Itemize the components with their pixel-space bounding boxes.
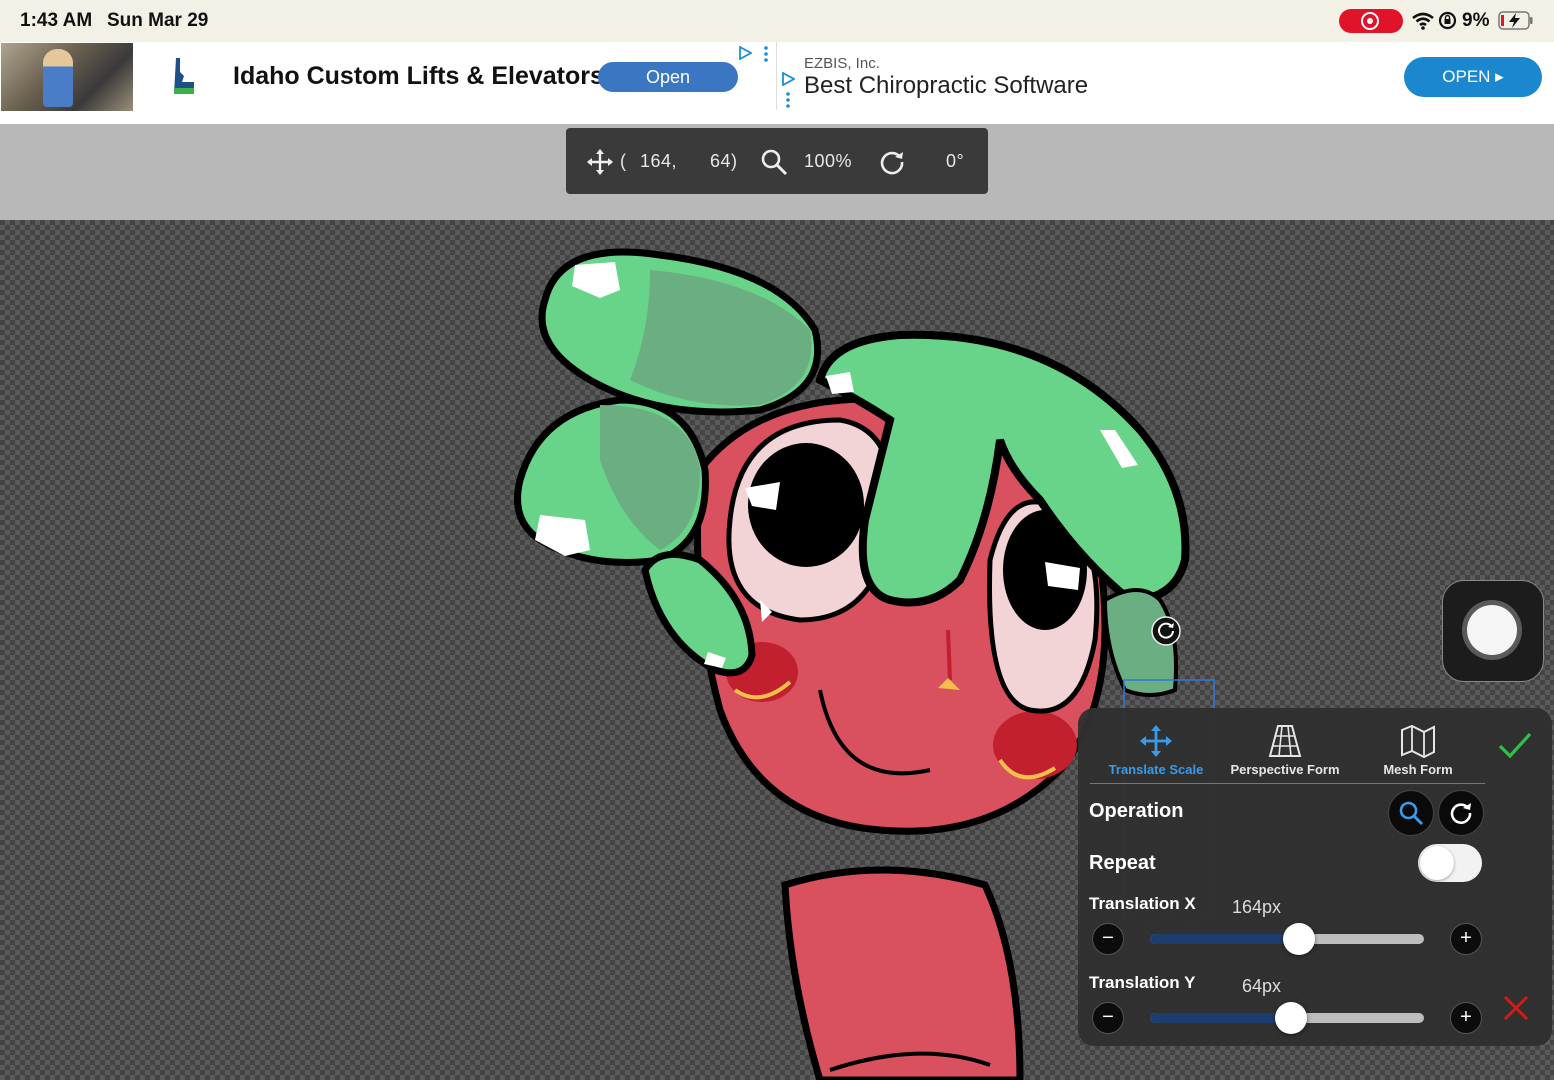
tab-translate-scale[interactable]: Translate Scale: [1104, 724, 1208, 777]
wifi-icon: [1412, 12, 1434, 30]
operation-zoom-button[interactable]: [1388, 790, 1434, 836]
translation-y-slider-fill: [1150, 1013, 1292, 1023]
repeat-label: Repeat: [1089, 852, 1156, 874]
ad1-title[interactable]: Idaho Custom Lifts & Elevators: [233, 62, 604, 91]
rotation-angle: 0°: [946, 151, 965, 171]
transform-info-toolbar: ( 164, 64) 100% 0°: [566, 128, 988, 194]
record-dot: [1367, 18, 1373, 24]
translation-x-slider[interactable]: [1150, 923, 1424, 955]
position-x: 164,: [640, 151, 678, 171]
rotate-handle-icon[interactable]: [1151, 616, 1181, 646]
operation-rotate-button[interactable]: [1438, 790, 1484, 836]
operation-label: Operation: [1089, 800, 1184, 822]
battery-percent: 9%: [1462, 10, 1490, 31]
translation-x-value: 164px: [1232, 897, 1282, 917]
screen-record-indicator[interactable]: [1339, 9, 1403, 33]
ad1-open-button[interactable]: Open: [598, 62, 738, 92]
rotate-icon: [1450, 803, 1472, 824]
tab-mesh-form[interactable]: Mesh Form: [1372, 724, 1464, 777]
ad-more-icon-2[interactable]: [786, 92, 790, 108]
translation-y-slider[interactable]: [1150, 1002, 1424, 1034]
move-icon: [587, 149, 613, 175]
translation-x-slider-fill: [1150, 934, 1300, 944]
translation-x-increment-button[interactable]: +: [1450, 923, 1482, 955]
zoom-icon: [761, 149, 788, 176]
tab-perspective-form[interactable]: Perspective Form: [1228, 724, 1342, 777]
status-date: Sun Mar 29: [107, 10, 209, 31]
rotation-lock-icon: [1438, 11, 1457, 30]
idaho-logo-icon: [174, 58, 194, 94]
tab-label: Perspective Form: [1230, 762, 1340, 777]
ad-photo[interactable]: [1, 43, 133, 111]
translation-y-label: Translation Y: [1089, 973, 1196, 992]
move-arrows-icon: [1140, 725, 1172, 757]
ad2-open-button[interactable]: OPEN ▸: [1404, 57, 1542, 97]
ad-more-icon[interactable]: [764, 46, 768, 62]
tab-label: Mesh Form: [1383, 762, 1453, 777]
adchoices-icon-2[interactable]: [781, 72, 795, 86]
battery-charging-icon: [1498, 11, 1533, 30]
ad2-sponsor[interactable]: EZBIS, Inc.: [804, 55, 880, 72]
ad-banner[interactable]: Idaho Custom Lifts & Elevators Open EZBI…: [0, 42, 1554, 126]
assistive-touch-button[interactable]: [1442, 580, 1544, 682]
mesh-map-icon: [1401, 724, 1435, 758]
cancel-x-icon[interactable]: [1502, 994, 1530, 1022]
translation-y-decrement-button[interactable]: −: [1092, 1002, 1124, 1034]
rotate-icon: [880, 151, 904, 175]
repeat-toggle-knob: [1420, 846, 1454, 880]
zoom-icon: [1399, 801, 1424, 826]
status-bar: 1:43 AM Sun Mar 29 9%: [0, 0, 1554, 42]
repeat-toggle[interactable]: [1418, 844, 1482, 882]
translation-x-decrement-button[interactable]: −: [1092, 923, 1124, 955]
panel-divider: [1090, 783, 1485, 784]
translation-y-value: 64px: [1242, 976, 1282, 996]
perspective-grid-icon: [1268, 725, 1302, 757]
translation-x-label: Translation X: [1089, 894, 1196, 913]
position-y: 64): [710, 151, 738, 171]
confirm-check-icon[interactable]: [1497, 730, 1533, 760]
ad-photo-person: [43, 49, 73, 107]
position-paren: (: [620, 151, 627, 171]
status-time: 1:43 AM: [20, 10, 93, 31]
ad-divider: [776, 42, 777, 110]
translation-x-slider-thumb[interactable]: [1283, 923, 1316, 955]
translation-y-slider-thumb[interactable]: [1275, 1002, 1308, 1034]
ad2-title[interactable]: Best Chiropractic Software: [804, 72, 1088, 100]
assistive-touch-icon: [1467, 605, 1517, 655]
tab-label: Translate Scale: [1108, 762, 1204, 777]
adchoices-icon[interactable]: [738, 46, 752, 60]
transform-panel: Translate Scale Perspective Form Mesh Fo…: [1078, 708, 1552, 1046]
translation-y-increment-button[interactable]: +: [1450, 1002, 1482, 1034]
zoom-level: 100%: [804, 151, 853, 171]
